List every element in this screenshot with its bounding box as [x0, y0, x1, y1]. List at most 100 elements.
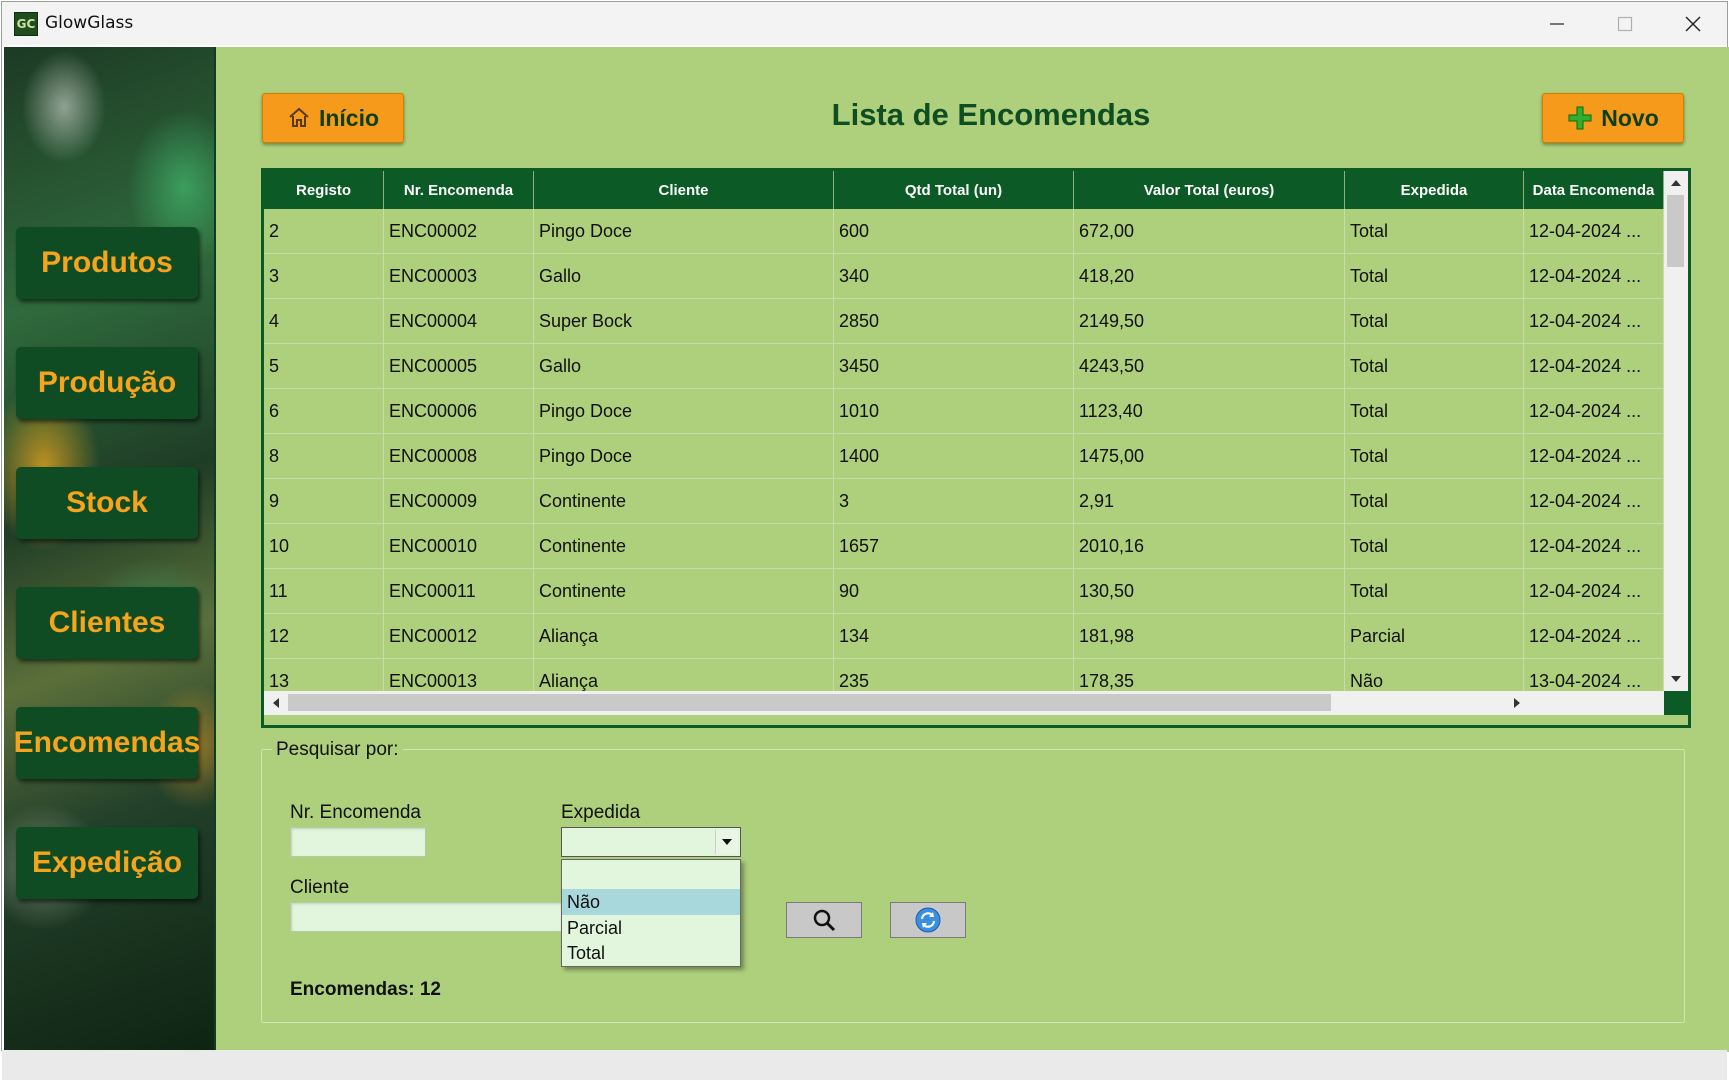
refresh-button[interactable]: [890, 902, 966, 938]
table-cell[interactable]: 12-04-2024 ...: [1524, 434, 1664, 478]
table-cell[interactable]: 2010,16: [1074, 524, 1345, 568]
title-bar[interactable]: GC GlowGlass: [2, 2, 1727, 45]
column-header[interactable]: Valor Total (euros): [1074, 171, 1345, 209]
table-row[interactable]: 6 ENC00006 Pingo Doce 1010 1123,40 Total 12-04…: [264, 389, 1664, 434]
table-row[interactable]: 10 ENC00010 Continente 1657 2010,16 Total 12-0…: [264, 524, 1664, 569]
column-header[interactable]: Expedida: [1345, 171, 1524, 209]
home-button[interactable]: Início: [262, 93, 404, 143]
sidebar-item-producao[interactable]: Produção: [16, 347, 198, 419]
table-row[interactable]: 3 ENC00003 Gallo 340 418,20 Total 12-04-2024 .…: [264, 254, 1664, 299]
table-cell[interactable]: 6: [264, 389, 384, 433]
sidebar-item-produtos[interactable]: Produtos: [16, 227, 198, 299]
shipped-select[interactable]: [561, 827, 741, 857]
table-cell[interactable]: 3: [834, 479, 1074, 523]
scroll-left-icon[interactable]: [264, 691, 288, 715]
table-cell[interactable]: ENC00006: [384, 389, 534, 433]
table-cell[interactable]: 4: [264, 299, 384, 343]
table-cell[interactable]: 1657: [834, 524, 1074, 568]
table-cell[interactable]: 12-04-2024 ...: [1524, 524, 1664, 568]
table-cell[interactable]: 12: [264, 614, 384, 658]
table-cell[interactable]: ENC00011: [384, 569, 534, 613]
table-cell[interactable]: 340: [834, 254, 1074, 298]
table-cell[interactable]: Continente: [534, 479, 834, 523]
table-cell[interactable]: ENC00012: [384, 614, 534, 658]
sidebar-item-expedicao[interactable]: Expedição: [16, 827, 198, 899]
sidebar-item-encomendas[interactable]: Encomendas: [14, 707, 200, 779]
table-cell[interactable]: Total: [1345, 434, 1524, 478]
scroll-right-icon[interactable]: [1505, 691, 1529, 715]
table-cell[interactable]: Total: [1345, 344, 1524, 388]
table-cell[interactable]: ENC00010: [384, 524, 534, 568]
table-cell[interactable]: 8: [264, 434, 384, 478]
table-cell[interactable]: Continente: [534, 569, 834, 613]
horizontal-scrollbar[interactable]: [264, 691, 1664, 715]
column-header[interactable]: Registo: [264, 171, 384, 209]
dropdown-option-parcial[interactable]: Parcial: [562, 915, 740, 941]
table-cell[interactable]: Pingo Doce: [534, 209, 834, 253]
table-cell[interactable]: Super Bock: [534, 299, 834, 343]
table-cell[interactable]: 1123,40: [1074, 389, 1345, 433]
table-cell[interactable]: 5: [264, 344, 384, 388]
table-cell[interactable]: 90: [834, 569, 1074, 613]
table-cell[interactable]: 130,50: [1074, 569, 1345, 613]
table-cell[interactable]: ENC00003: [384, 254, 534, 298]
orders-table[interactable]: Registo Nr. Encomenda Cliente Qtd Total …: [261, 168, 1691, 728]
client-input[interactable]: [290, 902, 562, 932]
table-cell[interactable]: Total: [1345, 524, 1524, 568]
table-cell[interactable]: Total: [1345, 209, 1524, 253]
search-button[interactable]: [786, 902, 862, 938]
table-cell[interactable]: 11: [264, 569, 384, 613]
table-cell[interactable]: 4243,50: [1074, 344, 1345, 388]
table-cell[interactable]: 1475,00: [1074, 434, 1345, 478]
table-cell[interactable]: Pingo Doce: [534, 389, 834, 433]
shipped-dropdown-arrow[interactable]: [715, 830, 738, 854]
table-cell[interactable]: 12-04-2024 ...: [1524, 254, 1664, 298]
table-cell[interactable]: ENC00009: [384, 479, 534, 523]
table-cell[interactable]: 1010: [834, 389, 1074, 433]
table-cell[interactable]: 12-04-2024 ...: [1524, 614, 1664, 658]
scroll-down-icon[interactable]: [1664, 667, 1688, 691]
table-cell[interactable]: Parcial: [1345, 614, 1524, 658]
maximize-button[interactable]: [1591, 2, 1659, 45]
table-cell[interactable]: Total: [1345, 254, 1524, 298]
table-cell[interactable]: Total: [1345, 299, 1524, 343]
sidebar-item-stock[interactable]: Stock: [16, 467, 198, 539]
table-cell[interactable]: 12-04-2024 ...: [1524, 299, 1664, 343]
column-header[interactable]: Cliente: [534, 171, 834, 209]
table-row[interactable]: 4 ENC00004 Super Bock 2850 2149,50 Total 12-04…: [264, 299, 1664, 344]
table-cell[interactable]: Gallo: [534, 344, 834, 388]
minimize-button[interactable]: [1523, 2, 1591, 45]
table-cell[interactable]: 10: [264, 524, 384, 568]
new-button[interactable]: Novo: [1542, 93, 1684, 143]
table-row[interactable]: 11 ENC00011 Continente 90 130,50 Total 12-04-2…: [264, 569, 1664, 614]
table-cell[interactable]: 3450: [834, 344, 1074, 388]
table-cell[interactable]: 12-04-2024 ...: [1524, 344, 1664, 388]
table-row[interactable]: 8 ENC00008 Pingo Doce 1400 1475,00 Total 12-04…: [264, 434, 1664, 479]
table-cell[interactable]: 2149,50: [1074, 299, 1345, 343]
column-header[interactable]: Qtd Total (un): [834, 171, 1074, 209]
table-cell[interactable]: Gallo: [534, 254, 834, 298]
table-cell[interactable]: Continente: [534, 524, 834, 568]
table-row[interactable]: 5 ENC00005 Gallo 3450 4243,50 Total 12-04-2024…: [264, 344, 1664, 389]
table-cell[interactable]: 1400: [834, 434, 1074, 478]
table-cell[interactable]: 12-04-2024 ...: [1524, 569, 1664, 613]
table-cell[interactable]: 181,98: [1074, 614, 1345, 658]
order-number-input[interactable]: [290, 827, 426, 857]
table-cell[interactable]: 2850: [834, 299, 1074, 343]
table-cell[interactable]: 12-04-2024 ...: [1524, 209, 1664, 253]
table-cell[interactable]: Total: [1345, 479, 1524, 523]
table-cell[interactable]: 12-04-2024 ...: [1524, 479, 1664, 523]
column-header[interactable]: Data Encomenda: [1524, 171, 1664, 209]
table-row[interactable]: 2 ENC00002 Pingo Doce 600 672,00 Total 12-04-2…: [264, 209, 1664, 254]
column-header[interactable]: Nr. Encomenda: [384, 171, 534, 209]
dropdown-option-total[interactable]: Total: [562, 940, 740, 966]
table-row[interactable]: 9 ENC00009 Continente 3 2,91 Total 12-04-2024 …: [264, 479, 1664, 524]
table-cell[interactable]: ENC00008: [384, 434, 534, 478]
table-cell[interactable]: 418,20: [1074, 254, 1345, 298]
horizontal-scroll-thumb[interactable]: [288, 694, 1331, 711]
table-cell[interactable]: 600: [834, 209, 1074, 253]
table-cell[interactable]: 2,91: [1074, 479, 1345, 523]
scroll-up-icon[interactable]: [1664, 171, 1688, 195]
table-cell[interactable]: ENC00002: [384, 209, 534, 253]
table-cell[interactable]: Total: [1345, 389, 1524, 433]
